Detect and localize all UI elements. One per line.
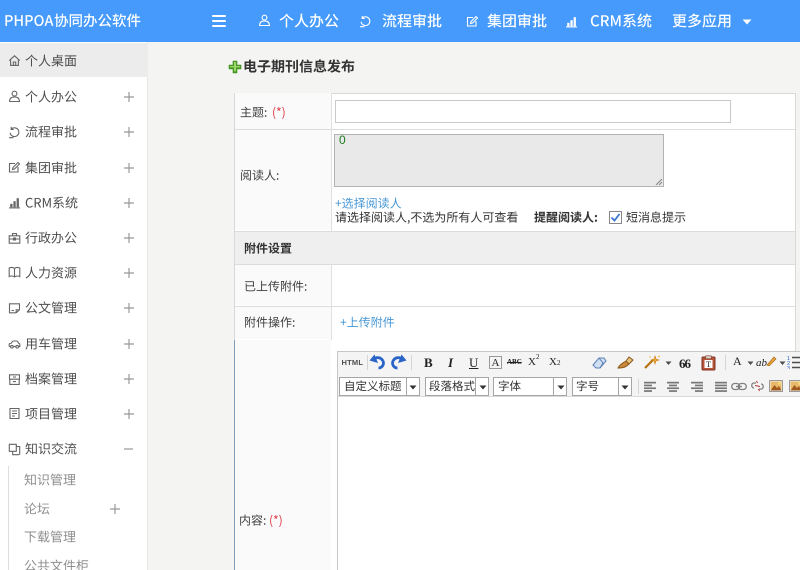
svg-text:T: T	[706, 360, 711, 369]
svg-text:A: A	[492, 357, 500, 369]
svg-text:3: 3	[787, 366, 790, 369]
